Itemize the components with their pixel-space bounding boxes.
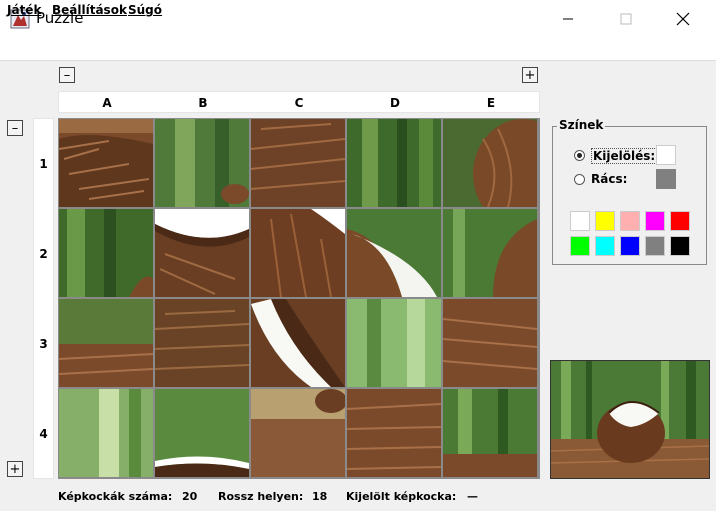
puzzle-tile[interactable]	[155, 119, 249, 207]
palette-swatch[interactable]	[645, 211, 665, 231]
colors-panel-title: Színek	[557, 118, 606, 132]
tile-count-value: 20	[182, 490, 198, 503]
puzzle-tile[interactable]	[155, 299, 249, 387]
selection-color-label[interactable]: Kijelölés:	[591, 148, 658, 164]
selection-color-radio[interactable]	[574, 150, 585, 161]
minimize-button[interactable]	[545, 0, 591, 38]
column-label: D	[390, 96, 400, 110]
column-label: B	[198, 96, 208, 110]
add-column-button[interactable]: +	[522, 67, 538, 83]
puzzle-tile[interactable]	[59, 299, 153, 387]
puzzle-tile[interactable]	[347, 119, 441, 207]
selected-tile-label: Kijelölt képkocka:	[346, 490, 457, 503]
row-label: 2	[39, 247, 48, 261]
puzzle-tile[interactable]	[443, 119, 537, 207]
menu-beallitasok[interactable]: Beállítások	[52, 3, 127, 17]
puzzle-tile[interactable]	[155, 209, 249, 297]
remove-row-button[interactable]: –	[7, 120, 23, 136]
puzzle-tile[interactable]	[59, 389, 153, 477]
maximize-button[interactable]	[603, 0, 649, 38]
palette-swatch[interactable]	[595, 236, 615, 256]
row-label: 4	[39, 427, 48, 441]
puzzle-tile[interactable]	[59, 209, 153, 297]
wrong-place-label: Rossz helyen:	[218, 490, 304, 503]
puzzle-tile[interactable]	[155, 389, 249, 477]
palette-swatch[interactable]	[645, 236, 665, 256]
add-row-button[interactable]: +	[7, 461, 23, 477]
puzzle-tile[interactable]	[251, 209, 345, 297]
maximize-icon	[620, 13, 632, 25]
puzzle-tile[interactable]	[59, 119, 153, 207]
grid-color-swatch[interactable]	[656, 169, 676, 189]
preview-image	[550, 360, 710, 479]
close-icon	[676, 12, 690, 26]
puzzle-tile[interactable]	[443, 299, 537, 387]
grid-color-label[interactable]: Rács:	[591, 172, 627, 186]
puzzle-tile[interactable]	[347, 299, 441, 387]
puzzle-tile[interactable]	[443, 209, 537, 297]
selection-color-swatch[interactable]	[656, 145, 676, 165]
palette-swatch[interactable]	[570, 236, 590, 256]
puzzle-tile[interactable]	[347, 209, 441, 297]
grid-color-radio[interactable]	[574, 174, 585, 185]
palette-swatch[interactable]	[670, 236, 690, 256]
menu-jatek[interactable]: Játék	[7, 3, 41, 17]
palette-swatch[interactable]	[570, 211, 590, 231]
column-label: E	[486, 96, 496, 110]
tile-count-label: Képkockák száma:	[58, 490, 173, 503]
palette-swatch[interactable]	[595, 211, 615, 231]
row-header	[33, 118, 54, 479]
row-label: 3	[39, 337, 48, 351]
palette-swatch[interactable]	[620, 211, 640, 231]
puzzle-tile[interactable]	[251, 299, 345, 387]
menu-bar	[0, 38, 716, 61]
palette-swatch[interactable]	[670, 211, 690, 231]
close-button[interactable]	[660, 0, 706, 38]
palette-swatch[interactable]	[620, 236, 640, 256]
column-label: A	[102, 96, 112, 110]
minimize-icon	[563, 18, 573, 20]
puzzle-tile[interactable]	[443, 389, 537, 477]
row-label: 1	[39, 157, 48, 171]
wrong-place-value: 18	[312, 490, 328, 503]
menu-sugo[interactable]: Súgó	[128, 3, 162, 17]
selected-tile-value: —	[467, 490, 478, 503]
puzzle-tile[interactable]	[251, 119, 345, 207]
remove-column-button[interactable]: –	[59, 67, 75, 83]
puzzle-tile[interactable]	[251, 389, 345, 477]
puzzle-grid	[58, 118, 540, 479]
column-label: C	[294, 96, 304, 110]
puzzle-tile[interactable]	[347, 389, 441, 477]
